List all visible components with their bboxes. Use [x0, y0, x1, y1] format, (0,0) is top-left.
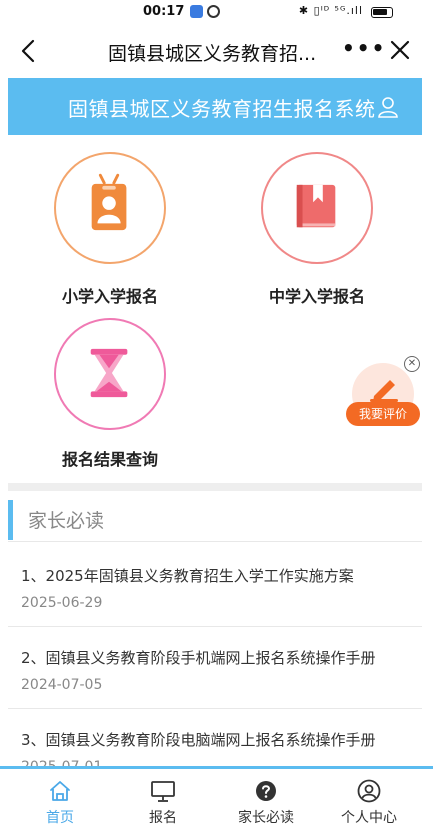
news-date: 2024-07-05: [21, 677, 103, 693]
result-query-circle[interactable]: [54, 318, 166, 430]
news-item[interactable]: 2、固镇县义务教育阶段手机端网上报名系统操作手册 2024-07-05: [8, 627, 422, 709]
status-time: 00:17: [143, 4, 185, 19]
tab-parent-guide[interactable]: 家长必读: [216, 775, 316, 835]
notification-app-icon: [190, 5, 203, 18]
bottom-tab-bar: 首页 报名 家长必读 个人中心: [0, 766, 433, 840]
tab-label: 首页: [46, 810, 74, 826]
monitor-icon: [151, 781, 175, 802]
primary-enroll-circle[interactable]: [54, 152, 166, 264]
status-indicators: ✱ ▯ᴵᴰ ⁵ᴳ.ıll: [298, 4, 363, 17]
tab-label: 家长必读: [238, 810, 294, 826]
primary-enroll-label: 小学入学报名: [62, 287, 159, 306]
section-header: 家长必读: [8, 498, 422, 542]
news-title: 3、固镇县义务教育阶段电脑端网上报名系统操作手册: [21, 731, 376, 749]
status-bar: 00:17 ✱ ▯ᴵᴰ ⁵ᴳ.ıll: [0, 0, 433, 24]
news-item[interactable]: 1、2025年固镇县义务教育招生入学工作实施方案 2025-06-29: [8, 545, 422, 627]
more-icon[interactable]: •••: [342, 36, 386, 60]
notification-app-icon-2: [207, 5, 220, 18]
tab-home[interactable]: 首页: [10, 775, 110, 835]
home-icon: [50, 781, 70, 801]
id-badge-icon: [91, 173, 127, 231]
middle-enroll-label: 中学入学报名: [269, 287, 366, 306]
section-title: 家长必读: [28, 510, 105, 532]
hourglass-icon: [90, 348, 128, 398]
rate-close-icon[interactable]: ✕: [404, 356, 420, 372]
tab-label: 个人中心: [341, 810, 397, 826]
battery-icon: [371, 7, 393, 18]
header-banner: 固镇县城区义务教育招生报名系统: [8, 78, 422, 135]
tab-enroll[interactable]: 报名: [113, 775, 213, 835]
user-circle-icon: [357, 779, 381, 803]
close-icon[interactable]: [388, 38, 412, 62]
section-divider: [8, 483, 422, 491]
back-arrow-icon[interactable]: [16, 38, 42, 64]
book-icon: [296, 184, 336, 228]
news-date: 2025-06-29: [21, 595, 103, 611]
result-query-label: 报名结果查询: [62, 450, 159, 469]
middle-enroll-circle[interactable]: [261, 152, 373, 264]
banner-title: 固镇县城区义务教育招生报名系统: [68, 97, 376, 121]
user-icon[interactable]: [376, 95, 400, 119]
page-title: 固镇县城区义务教育招...: [108, 43, 317, 65]
news-title: 1、2025年固镇县义务教育招生入学工作实施方案: [21, 567, 354, 585]
rate-button[interactable]: 我要评价: [346, 402, 420, 426]
tab-label: 报名: [149, 810, 177, 826]
section-accent-bar: [8, 500, 13, 540]
question-icon: [256, 781, 276, 801]
title-bar: 固镇县城区义务教育招... •••: [0, 26, 433, 76]
tab-profile[interactable]: 个人中心: [319, 775, 419, 835]
news-title: 2、固镇县义务教育阶段手机端网上报名系统操作手册: [21, 649, 376, 667]
